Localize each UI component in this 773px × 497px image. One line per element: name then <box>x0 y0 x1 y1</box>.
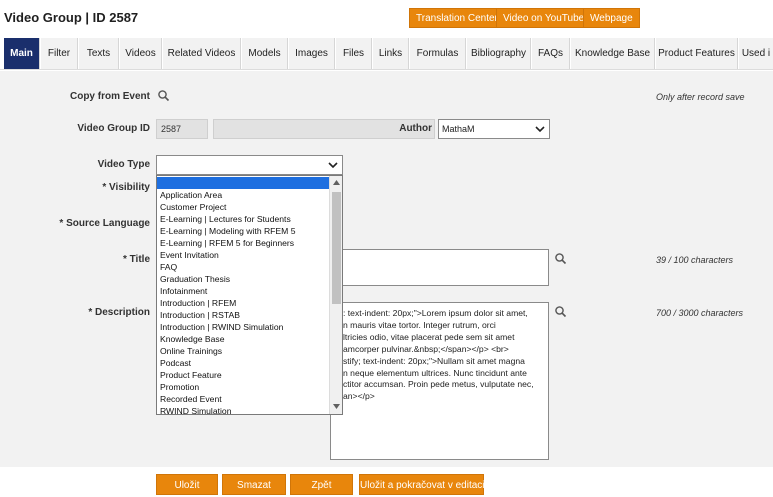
scroll-up-arrow-icon[interactable] <box>333 180 340 185</box>
description-counter: 700 / 3000 characters <box>656 308 744 318</box>
tab-texts[interactable]: Texts <box>79 38 119 69</box>
tab-videos[interactable]: Videos <box>120 38 162 69</box>
dropdown-option[interactable]: Knowledge Base <box>157 333 329 345</box>
copy-from-event-label: Copy from Event <box>69 91 150 102</box>
video-on-youtube-button[interactable]: Video on YouTube <box>496 8 592 28</box>
tab-bibliography[interactable]: Bibliography <box>467 38 531 69</box>
dropdown-option[interactable]: Product Feature <box>157 369 329 381</box>
delete-button[interactable]: Smazat <box>222 474 286 495</box>
scroll-down-arrow-icon[interactable] <box>333 404 340 409</box>
title-input[interactable] <box>330 249 549 286</box>
author-select[interactable]: MathaM <box>438 119 550 139</box>
search-icon[interactable] <box>554 252 568 266</box>
description-line: ctitor accumsan. Proin pede metus, vulpu… <box>343 379 534 390</box>
scroll-thumb[interactable] <box>332 192 341 304</box>
chevron-down-icon <box>328 162 338 169</box>
source-language-label: * Source Language <box>59 218 150 229</box>
webpage-button[interactable]: Webpage <box>583 8 640 28</box>
dropdown-option[interactable]: Event Invitation <box>157 249 329 261</box>
description-input[interactable]: : text-indent: 20px;">Lorem ipsum dolor … <box>330 302 549 460</box>
tab-product-features[interactable]: Product Features <box>656 38 738 69</box>
search-icon[interactable] <box>554 305 568 319</box>
copy-from-event-note: Only after record save <box>656 92 745 102</box>
save-button[interactable]: Uložit <box>156 474 218 495</box>
description-line: : text-indent: 20px;">Lorem ipsum dolor … <box>343 308 528 318</box>
dropdown-option[interactable]: Application Area <box>157 189 329 201</box>
tab-bar: Main Filter Texts Videos Related Videos … <box>0 38 773 70</box>
dropdown-option[interactable]: Introduction | RWIND Simulation <box>157 321 329 333</box>
description-line: stify; text-indent: 20px;">Nullam sit am… <box>343 355 525 366</box>
dropdown-option[interactable]: FAQ <box>157 261 329 273</box>
tab-images[interactable]: Images <box>289 38 335 69</box>
video-type-label: Video Type <box>97 159 150 170</box>
dropdown-option[interactable]: E-Learning | Modeling with RFEM 5 <box>157 225 329 237</box>
description-line: amcorper pulvinar.&nbsp;</span></p> <br> <box>343 343 509 354</box>
tab-models[interactable]: Models <box>242 38 288 69</box>
tab-knowledge-base[interactable]: Knowledge Base <box>571 38 655 69</box>
dropdown-option[interactable]: Introduction | RSTAB <box>157 309 329 321</box>
description-label: * Description <box>88 307 150 318</box>
tab-links[interactable]: Links <box>373 38 409 69</box>
dropdown-option[interactable]: Graduation Thesis <box>157 273 329 285</box>
chevron-down-icon <box>535 126 545 133</box>
tab-formulas[interactable]: Formulas <box>410 38 466 69</box>
title-counter: 39 / 100 characters <box>656 255 734 265</box>
dropdown-option[interactable]: Promotion <box>157 381 329 393</box>
tab-filter[interactable]: Filter <box>41 38 78 69</box>
tab-main[interactable]: Main <box>4 38 40 69</box>
dropdown-option[interactable]: E-Learning | RFEM 5 for Beginners <box>157 237 329 249</box>
back-button[interactable]: Zpět <box>290 474 353 495</box>
tab-faqs[interactable]: FAQs <box>532 38 570 69</box>
video-group-id-field: 2587 <box>156 119 208 139</box>
author-value: MathaM <box>442 124 475 134</box>
dropdown-option[interactable] <box>157 177 329 189</box>
description-line: an></p> <box>343 391 375 402</box>
page-title: Video Group | ID 2587 <box>4 10 139 25</box>
tab-files[interactable]: Files <box>336 38 372 69</box>
description-line: n mauris vitae tortor. Integer rutrum, o… <box>343 319 496 330</box>
search-icon[interactable] <box>157 89 171 103</box>
author-label: Author <box>399 123 432 134</box>
dropdown-option[interactable]: Recorded Event <box>157 393 329 405</box>
dropdown-option[interactable]: Customer Project <box>157 201 329 213</box>
save-and-continue-button[interactable]: Uložit a pokračovat v editaci <box>359 474 485 495</box>
dropdown-option[interactable]: E-Learning | Lectures for Students <box>157 213 329 225</box>
video-group-id-label: Video Group ID <box>77 123 150 134</box>
tab-used-in[interactable]: Used i <box>739 38 773 69</box>
dropdown-option[interactable]: Online Trainings <box>157 345 329 357</box>
description-line: n neque elementum ultrices. Nunc tincidu… <box>343 367 527 378</box>
tab-related-videos[interactable]: Related Videos <box>163 38 241 69</box>
dropdown-scrollbar[interactable] <box>329 176 342 414</box>
dropdown-option[interactable]: RWIND Simulation <box>157 405 329 414</box>
video-type-dropdown[interactable]: Application Area Customer Project E-Lear… <box>156 175 343 415</box>
translation-center-button[interactable]: Translation Center <box>409 8 505 28</box>
title-label: * Title <box>122 254 150 265</box>
visibility-label: * Visibility <box>102 182 150 193</box>
description-line: ltricies odio, vitae placerat pede sem s… <box>343 331 515 342</box>
video-type-select[interactable] <box>156 155 343 175</box>
dropdown-option[interactable]: Podcast <box>157 357 329 369</box>
dropdown-option[interactable]: Infotainment <box>157 285 329 297</box>
dropdown-option[interactable]: Introduction | RFEM <box>157 297 329 309</box>
